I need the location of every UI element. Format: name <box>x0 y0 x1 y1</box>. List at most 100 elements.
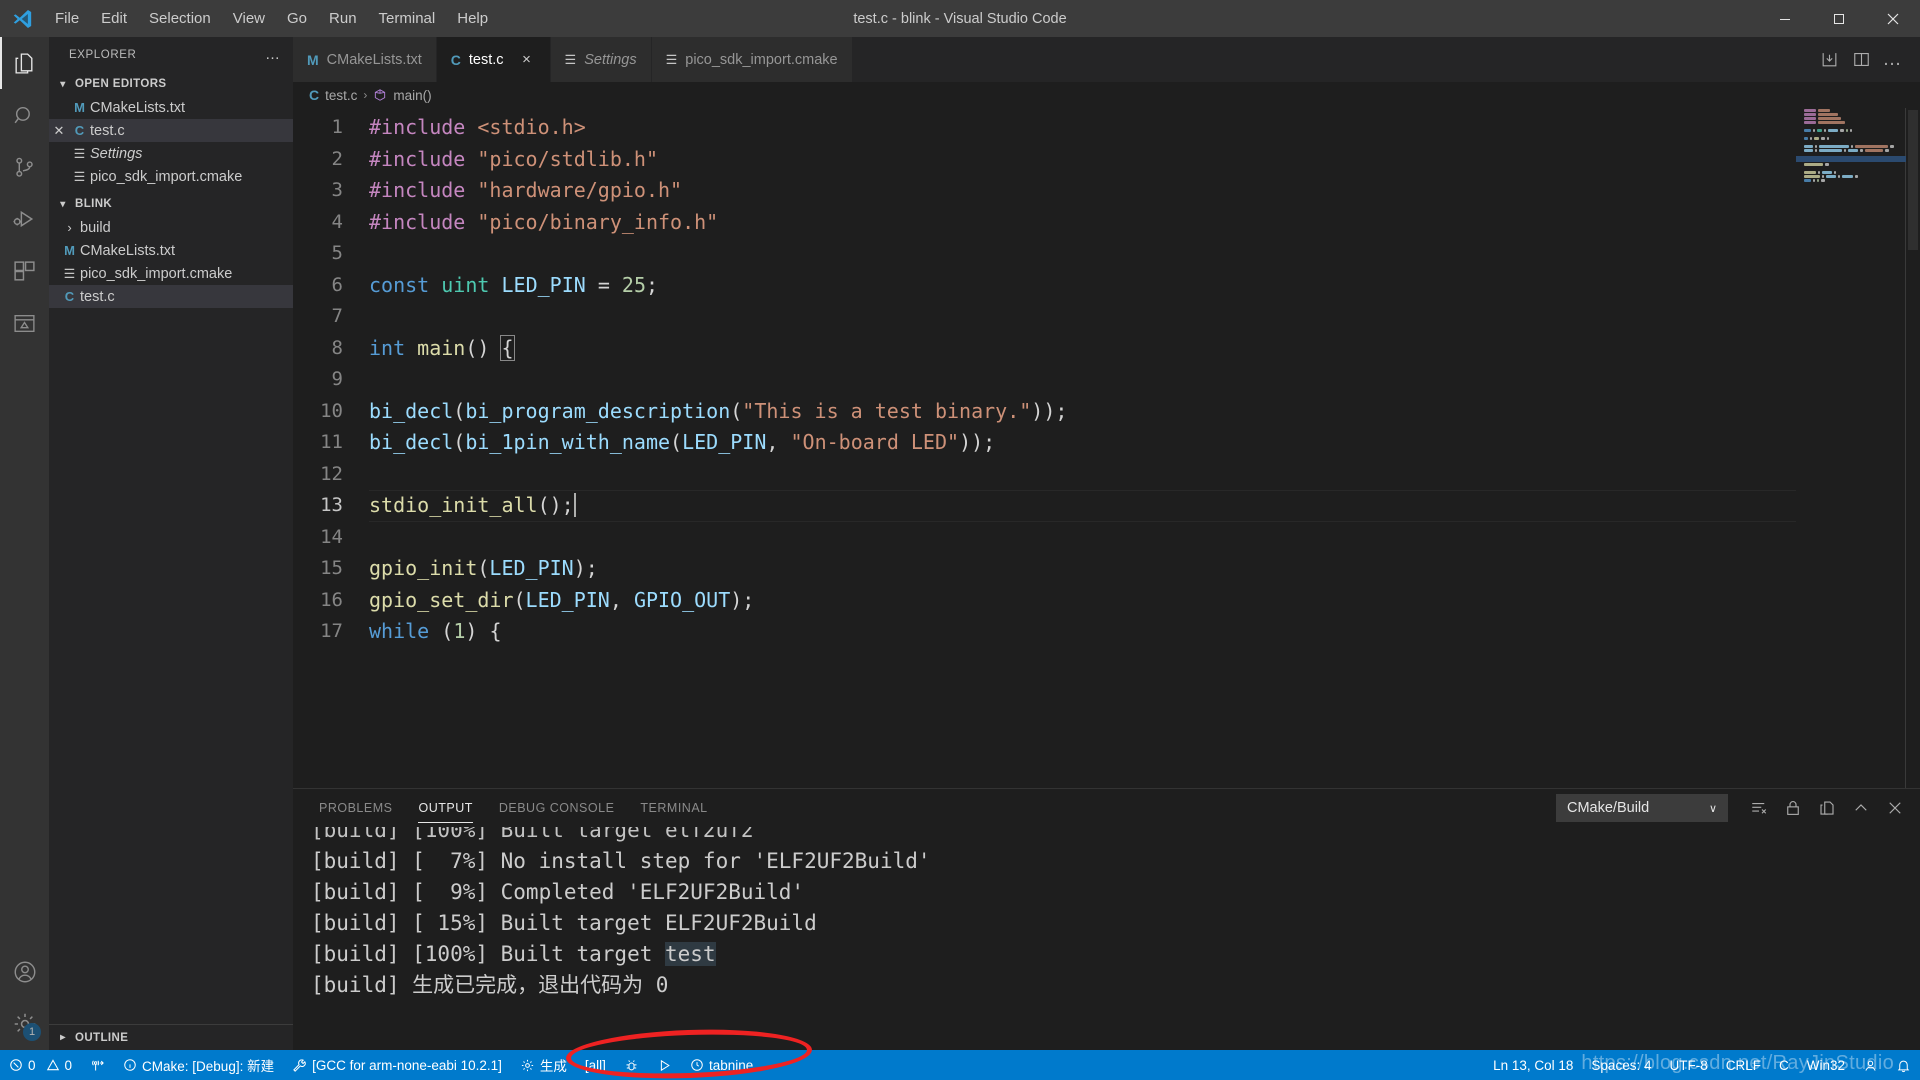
code-line[interactable]: 11 bi_decl(bi_1pin_with_name(LED_PIN, "On… <box>293 427 1920 459</box>
tab-settings[interactable]: ☰ Settings <box>550 37 652 82</box>
code-text[interactable]: #include "pico/binary_info.h" <box>369 207 718 239</box>
status-editor-position[interactable]: Ln 13, Col 18 <box>1484 1050 1582 1080</box>
panel-tab-debug-console[interactable]: DEBUG CONSOLE <box>499 795 615 821</box>
minimap[interactable] <box>1796 108 1906 788</box>
code-line[interactable]: 2 #include "pico/stdlib.h" <box>293 144 1920 176</box>
activity-run-debug[interactable] <box>0 193 49 245</box>
status-accounts[interactable] <box>1854 1050 1887 1080</box>
scrollbar-thumb[interactable] <box>1908 110 1918 250</box>
breadcrumb[interactable]: C test.c › main() <box>293 82 1920 108</box>
run-or-debug-icon[interactable] <box>1814 37 1844 82</box>
code-text[interactable]: const uint LED_PIN = 25; <box>369 270 658 302</box>
more-actions-icon[interactable]: … <box>1878 37 1908 82</box>
code-line[interactable]: 7 <box>293 301 1920 333</box>
code-line[interactable]: 13 stdio_init_all(); <box>293 490 1920 522</box>
section-open-editors[interactable]: ▾ OPEN EDITORS <box>49 72 293 96</box>
split-editor-icon[interactable] <box>1846 37 1876 82</box>
code-text[interactable]: stdio_init_all(); <box>369 490 576 522</box>
code-line[interactable]: 3 #include "hardware/gpio.h" <box>293 175 1920 207</box>
code-text[interactable]: #include "pico/stdlib.h" <box>369 144 658 176</box>
close-icon[interactable]: ✕ <box>49 123 69 139</box>
file-tree-picosdk[interactable]: ☰ pico_sdk_import.cmake <box>49 262 293 285</box>
code-lines[interactable]: 1 #include <stdio.h> 2 #include "pico/stdli… <box>293 108 1920 788</box>
tab-testc[interactable]: C test.c × <box>436 37 551 82</box>
code-text[interactable]: bi_decl(bi_program_description("This is … <box>369 396 1067 428</box>
status-cmake-kit[interactable]: [GCC for arm-none-eabi 10.2.1] <box>283 1050 511 1080</box>
status-eol[interactable]: CRLF <box>1717 1050 1770 1080</box>
status-platform[interactable]: Win32 <box>1798 1050 1854 1080</box>
status-encoding[interactable]: UTF-8 <box>1660 1050 1716 1080</box>
menu-run[interactable]: Run <box>318 0 368 37</box>
code-text[interactable]: #include <stdio.h> <box>369 112 586 144</box>
breadcrumb-symbol[interactable]: main() <box>393 88 431 103</box>
activity-remote-window[interactable] <box>0 297 49 349</box>
status-language-mode[interactable]: C <box>1770 1050 1798 1080</box>
section-blink[interactable]: ▾ BLINK <box>49 192 293 216</box>
menu-edit[interactable]: Edit <box>90 0 138 37</box>
section-outline[interactable]: ▸ OUTLINE <box>49 1024 293 1050</box>
code-line[interactable]: 10 bi_decl(bi_program_description("This i… <box>293 396 1920 428</box>
file-tree-cmakelists[interactable]: M CMakeLists.txt <box>49 239 293 262</box>
open-editor-settings[interactable]: ☰ Settings <box>49 142 293 165</box>
tab-close-icon[interactable]: × <box>518 51 536 68</box>
code-text[interactable]: #include "hardware/gpio.h" <box>369 175 682 207</box>
activity-manage-settings[interactable]: 1 <box>0 998 49 1050</box>
code-line[interactable]: 14 <box>293 522 1920 554</box>
code-text[interactable]: while (1) { <box>369 616 501 648</box>
close-panel-icon[interactable] <box>1880 793 1910 823</box>
code-line[interactable]: 6 const uint LED_PIN = 25; <box>293 270 1920 302</box>
panel-tab-problems[interactable]: PROBLEMS <box>319 795 392 821</box>
code-line[interactable]: 4 #include "pico/binary_info.h" <box>293 207 1920 239</box>
open-in-editor-icon[interactable] <box>1812 793 1842 823</box>
status-cmake-launch[interactable] <box>648 1050 681 1080</box>
code-editor[interactable]: 1 #include <stdio.h> 2 #include "pico/stdli… <box>293 108 1920 788</box>
close-icon[interactable] <box>1866 0 1920 37</box>
output-content[interactable]: [build] [100%] Built target elf2uf2 [buil… <box>293 827 1920 1050</box>
activity-search[interactable] <box>0 89 49 141</box>
open-editor-picosdk[interactable]: ☰ pico_sdk_import.cmake <box>49 165 293 188</box>
tab-picosdk[interactable]: ☰ pico_sdk_import.cmake <box>651 37 853 82</box>
status-notifications[interactable] <box>1887 1050 1920 1080</box>
activity-explorer[interactable] <box>0 37 49 89</box>
code-line[interactable]: 5 <box>293 238 1920 270</box>
code-line[interactable]: 17 while (1) { <box>293 616 1920 648</box>
status-cmake-build[interactable]: 生成 <box>511 1050 576 1080</box>
code-line[interactable]: 15 gpio_init(LED_PIN); <box>293 553 1920 585</box>
editor-scrollbar[interactable] <box>1906 108 1920 788</box>
activity-source-control[interactable] <box>0 141 49 193</box>
sidebar-more-icon[interactable]: … <box>265 46 281 63</box>
activity-accounts[interactable] <box>0 946 49 998</box>
menu-view[interactable]: View <box>222 0 276 37</box>
status-cmake-variant[interactable]: CMake: [Debug]: 新建 <box>114 1050 283 1080</box>
status-problems[interactable]: 0 0 <box>0 1050 81 1080</box>
open-editor-testc[interactable]: ✕ C test.c <box>49 119 293 142</box>
code-line[interactable]: 12 <box>293 459 1920 491</box>
code-text[interactable]: gpio_set_dir(LED_PIN, GPIO_OUT); <box>369 585 754 617</box>
status-cmake-target[interactable]: [all] <box>576 1050 615 1080</box>
panel-tab-output[interactable]: OUTPUT <box>418 795 474 823</box>
maximize-icon[interactable] <box>1812 0 1866 37</box>
status-cmake-debug[interactable] <box>615 1050 648 1080</box>
file-tree-testc[interactable]: C test.c <box>49 285 293 308</box>
code-text[interactable]: gpio_init(LED_PIN); <box>369 553 598 585</box>
menu-go[interactable]: Go <box>276 0 318 37</box>
code-line[interactable]: 8 int main() { <box>293 333 1920 365</box>
code-text[interactable]: bi_decl(bi_1pin_with_name(LED_PIN, "On-b… <box>369 427 995 459</box>
open-editor-cmakelists[interactable]: M CMakeLists.txt <box>49 96 293 119</box>
collapse-panel-icon[interactable] <box>1846 793 1876 823</box>
breadcrumb-file[interactable]: test.c <box>325 88 357 103</box>
file-tree-build[interactable]: › build <box>49 216 293 239</box>
output-channel-select[interactable]: CMake/Build ∨ <box>1556 794 1728 822</box>
code-line[interactable]: 1 #include <stdio.h> <box>293 112 1920 144</box>
status-remote[interactable] <box>81 1050 114 1080</box>
status-tabnine[interactable]: tabnine <box>681 1050 762 1080</box>
lock-scroll-icon[interactable] <box>1778 793 1808 823</box>
menu-terminal[interactable]: Terminal <box>368 0 447 37</box>
panel-tab-terminal[interactable]: TERMINAL <box>640 795 707 821</box>
code-line[interactable]: 16 gpio_set_dir(LED_PIN, GPIO_OUT); <box>293 585 1920 617</box>
minimize-icon[interactable] <box>1758 0 1812 37</box>
clear-output-icon[interactable] <box>1744 793 1774 823</box>
code-line[interactable]: 9 <box>293 364 1920 396</box>
activity-extensions[interactable] <box>0 245 49 297</box>
code-text[interactable]: int main() { <box>369 333 515 365</box>
